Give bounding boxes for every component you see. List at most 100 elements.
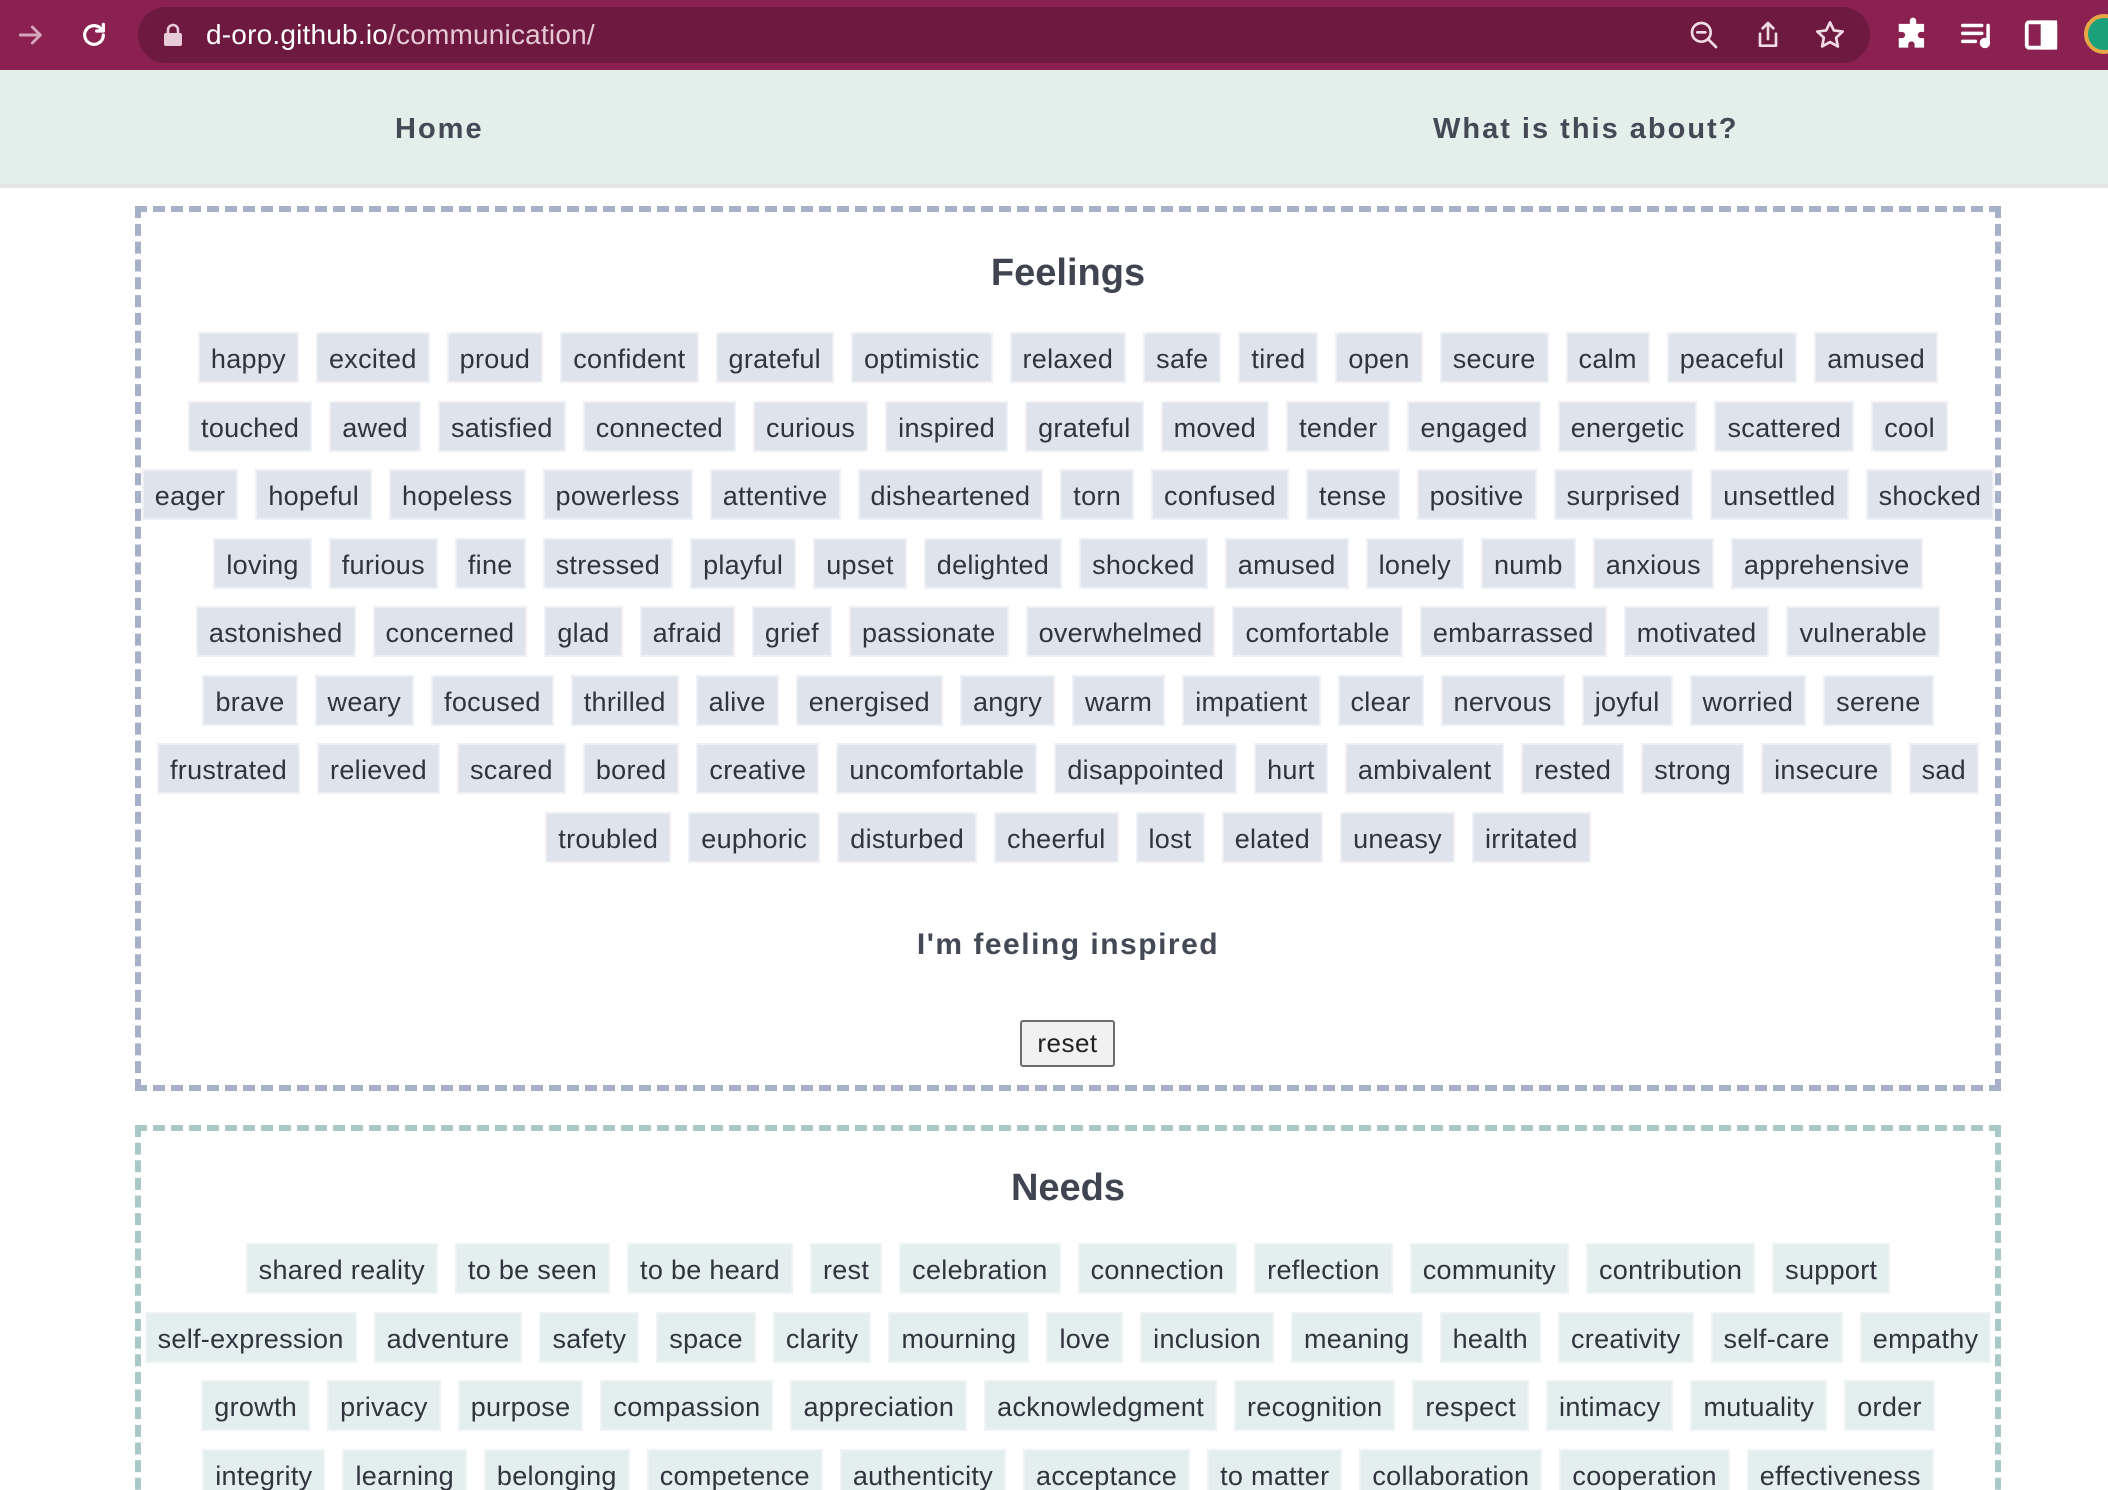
feeling-chip[interactable]: bored xyxy=(582,743,680,794)
feeling-chip[interactable]: satisfied xyxy=(437,400,566,452)
feeling-chip[interactable]: stressed xyxy=(542,537,674,589)
need-chip[interactable]: inclusion xyxy=(1140,1311,1274,1363)
side-panel-icon[interactable] xyxy=(2022,16,2060,54)
need-chip[interactable]: community xyxy=(1409,1243,1569,1294)
feeling-chip[interactable]: grief xyxy=(751,606,832,657)
feeling-chip[interactable]: optimistic xyxy=(850,332,993,383)
feeling-chip[interactable]: curious xyxy=(753,400,869,452)
feeling-chip[interactable]: torn xyxy=(1060,469,1135,520)
feeling-chip[interactable]: rested xyxy=(1521,743,1625,794)
feeling-chip[interactable]: peaceful xyxy=(1666,332,1798,383)
feeling-chip[interactable]: brave xyxy=(202,674,298,726)
feeling-chip[interactable]: insecure xyxy=(1761,743,1892,794)
feeling-chip[interactable]: afraid xyxy=(639,606,735,657)
feeling-chip[interactable]: concerned xyxy=(372,606,528,657)
feeling-chip[interactable]: delighted xyxy=(923,537,1063,589)
feeling-chip[interactable]: playful xyxy=(690,537,797,589)
star-icon[interactable] xyxy=(1814,19,1846,51)
feeling-chip[interactable]: uncomfortable xyxy=(836,743,1038,794)
need-chip[interactable]: support xyxy=(1772,1243,1891,1294)
feeling-chip[interactable]: joyful xyxy=(1581,674,1673,726)
feeling-chip[interactable]: focused xyxy=(431,674,554,726)
feeling-chip[interactable]: surprised xyxy=(1553,469,1694,520)
feeling-chip[interactable]: frustrated xyxy=(156,743,301,794)
forward-arrow-icon[interactable] xyxy=(6,10,56,60)
feeling-chip[interactable]: clear xyxy=(1337,674,1424,726)
feeling-chip[interactable]: awed xyxy=(329,400,421,452)
feeling-chip[interactable]: tired xyxy=(1238,332,1319,383)
need-chip[interactable]: adventure xyxy=(373,1311,523,1363)
need-chip[interactable]: self-expression xyxy=(144,1311,357,1363)
feeling-chip[interactable]: energetic xyxy=(1557,400,1698,452)
reading-list-icon[interactable] xyxy=(1958,16,1996,54)
need-chip[interactable]: belonging xyxy=(483,1448,630,1490)
feeling-chip[interactable]: embarrassed xyxy=(1419,606,1607,657)
feeling-chip[interactable]: disturbed xyxy=(837,811,978,863)
feeling-chip[interactable]: energised xyxy=(795,674,943,726)
feeling-chip[interactable]: safe xyxy=(1143,332,1222,383)
feeling-chip[interactable]: anxious xyxy=(1592,537,1714,589)
need-chip[interactable]: mourning xyxy=(888,1311,1030,1363)
feeling-chip[interactable]: alive xyxy=(695,674,779,726)
reload-icon[interactable] xyxy=(69,10,119,60)
feeling-chip[interactable]: happy xyxy=(197,332,299,383)
reset-button[interactable]: reset xyxy=(1020,1020,1115,1067)
feeling-chip[interactable]: unsettled xyxy=(1710,469,1849,520)
feeling-chip[interactable]: weary xyxy=(314,674,415,726)
feeling-chip[interactable]: secure xyxy=(1439,332,1549,383)
feeling-chip[interactable]: impatient xyxy=(1182,674,1321,726)
feeling-chip[interactable]: powerless xyxy=(542,469,693,520)
feeling-chip[interactable]: grateful xyxy=(715,332,834,383)
feeling-chip[interactable]: overwhelmed xyxy=(1025,606,1216,657)
feeling-chip[interactable]: shocked xyxy=(1865,469,1995,520)
feeling-chip[interactable]: excited xyxy=(315,332,430,383)
feeling-chip[interactable]: numb xyxy=(1480,537,1576,589)
nav-about-link[interactable]: What is this about? xyxy=(1433,70,1738,188)
share-icon[interactable] xyxy=(1752,19,1784,51)
need-chip[interactable]: effectiveness xyxy=(1746,1448,1934,1490)
need-chip[interactable]: reflection xyxy=(1254,1243,1393,1294)
feeling-chip[interactable]: inspired xyxy=(885,400,1009,452)
feeling-chip[interactable]: hurt xyxy=(1254,743,1328,794)
zoom-icon[interactable] xyxy=(1688,19,1720,51)
need-chip[interactable]: celebration xyxy=(899,1243,1061,1294)
feeling-chip[interactable]: serene xyxy=(1823,674,1934,726)
feeling-chip[interactable]: worried xyxy=(1689,674,1807,726)
nav-home-link[interactable]: Home xyxy=(395,70,484,188)
feeling-chip[interactable]: angry xyxy=(959,674,1056,726)
feeling-chip[interactable]: ambivalent xyxy=(1344,743,1505,794)
feeling-chip[interactable]: moved xyxy=(1160,400,1270,452)
need-chip[interactable]: love xyxy=(1046,1311,1124,1363)
need-chip[interactable]: order xyxy=(1844,1380,1935,1431)
feeling-chip[interactable]: amused xyxy=(1224,537,1349,589)
feeling-chip[interactable]: calm xyxy=(1565,332,1650,383)
need-chip[interactable]: cooperation xyxy=(1559,1448,1730,1490)
feeling-chip[interactable]: connected xyxy=(582,400,737,452)
profile-avatar[interactable] xyxy=(2084,14,2108,54)
need-chip[interactable]: mutuality xyxy=(1690,1380,1828,1431)
need-chip[interactable]: health xyxy=(1439,1311,1541,1363)
feeling-chip[interactable]: loving xyxy=(213,537,312,589)
need-chip[interactable]: collaboration xyxy=(1359,1448,1543,1490)
feeling-chip[interactable]: cheerful xyxy=(994,811,1119,863)
feeling-chip[interactable]: engaged xyxy=(1407,400,1541,452)
feeling-chip[interactable]: lost xyxy=(1135,811,1205,863)
feeling-chip[interactable]: thrilled xyxy=(570,674,679,726)
feeling-chip[interactable]: hopeless xyxy=(389,469,526,520)
feeling-chip[interactable]: apprehensive xyxy=(1730,537,1923,589)
feeling-chip[interactable]: disheartened xyxy=(857,469,1044,520)
feeling-chip[interactable]: confident xyxy=(560,332,699,383)
feeling-chip[interactable]: nervous xyxy=(1440,674,1565,726)
feeling-chip[interactable]: furious xyxy=(328,537,438,589)
need-chip[interactable]: safety xyxy=(539,1311,640,1363)
feeling-chip[interactable]: hopeful xyxy=(255,469,373,520)
feeling-chip[interactable]: disappointed xyxy=(1054,743,1238,794)
need-chip[interactable]: acceptance xyxy=(1023,1448,1191,1490)
feeling-chip[interactable]: scattered xyxy=(1714,400,1855,452)
feeling-chip[interactable]: upset xyxy=(813,537,907,589)
need-chip[interactable]: meaning xyxy=(1290,1311,1423,1363)
feeling-chip[interactable]: strong xyxy=(1641,743,1745,794)
need-chip[interactable]: empathy xyxy=(1859,1311,1992,1363)
feeling-chip[interactable]: elated xyxy=(1221,811,1324,863)
feeling-chip[interactable]: cool xyxy=(1871,400,1948,452)
